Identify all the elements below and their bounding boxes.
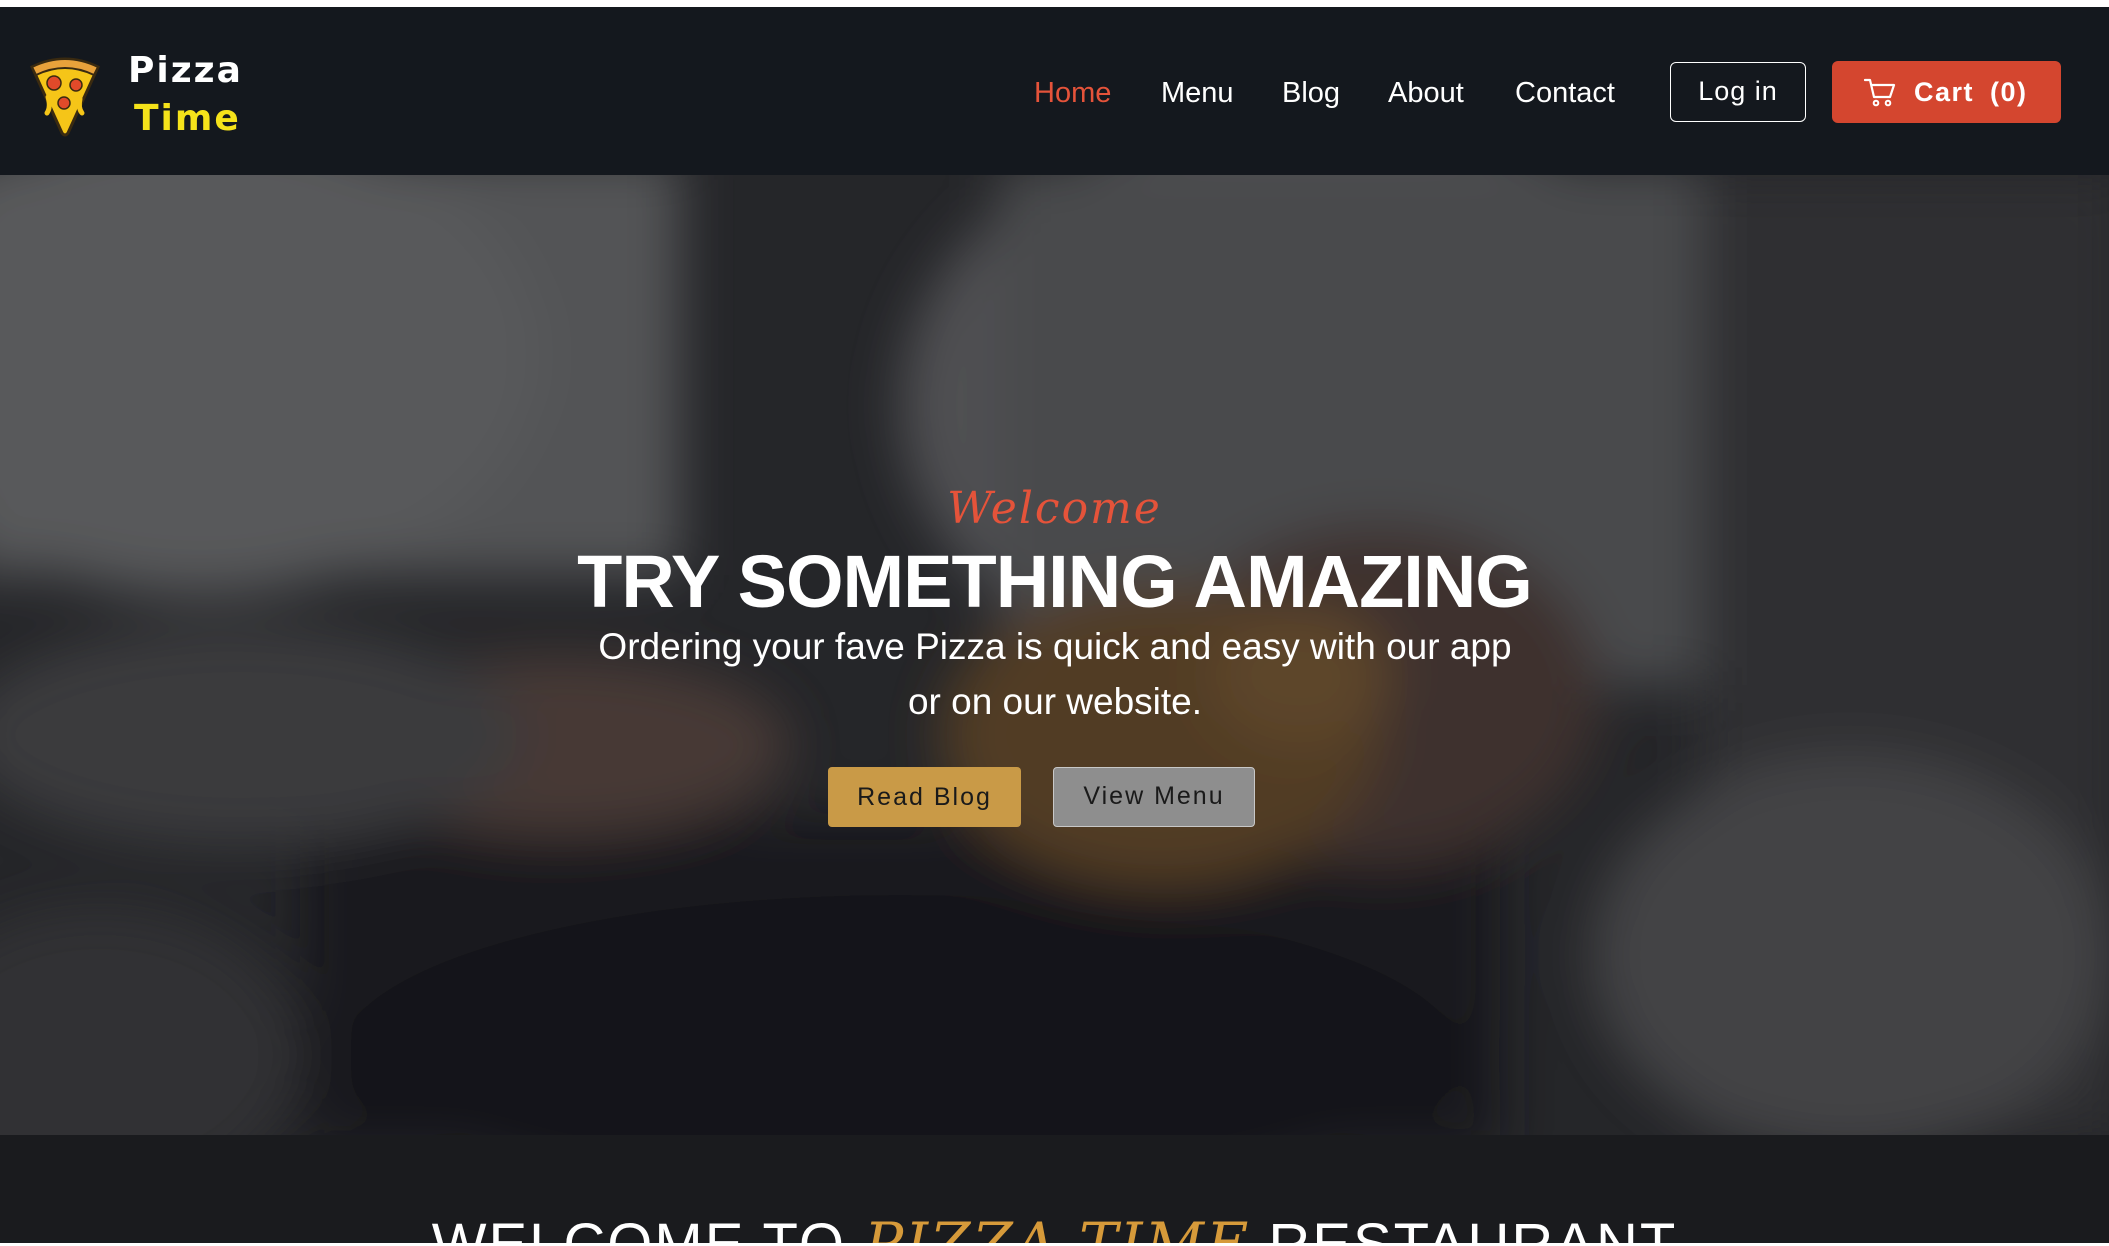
site-header: Pizza Time Home Menu Blog About Contact … xyxy=(0,7,2109,175)
page: Pizza Time Home Menu Blog About Contact … xyxy=(0,0,2109,1246)
nav-item-contact[interactable]: Contact xyxy=(1515,73,1615,113)
cart-icon xyxy=(1864,78,1896,107)
hero-section: Welcome TRY SOMETHING AMAZING Ordering y… xyxy=(0,175,2109,1135)
cart-label: Cart xyxy=(1914,77,1975,107)
view-menu-button[interactable]: View Menu xyxy=(1053,767,1255,827)
welcome-heading-accent: PIZZA TIME xyxy=(864,1210,1250,1243)
hero-subtitle: Ordering your fave Pizza is quick and ea… xyxy=(598,626,1512,722)
welcome-heading: WELCOME TO PIZZA TIME RESTAURANT xyxy=(0,1215,2109,1243)
hero-welcome: Welcome xyxy=(947,483,1162,534)
brand-name-line2: Time xyxy=(134,98,241,139)
read-blog-button[interactable]: Read Blog xyxy=(828,767,1021,827)
nav-item-about[interactable]: About xyxy=(1388,73,1464,113)
brand-name-line1: Pizza xyxy=(128,50,243,91)
welcome-heading-suffix: RESTAURANT xyxy=(1268,1212,1677,1244)
nav-item-menu[interactable]: Menu xyxy=(1161,73,1234,113)
browser-viewport: Pizza Time Home Menu Blog About Contact … xyxy=(0,7,2109,1243)
welcome-heading-prefix: WELCOME TO xyxy=(432,1212,846,1244)
welcome-section: WELCOME TO PIZZA TIME RESTAURANT xyxy=(0,1135,2109,1243)
nav-item-blog[interactable]: Blog xyxy=(1282,73,1340,113)
nav-item-home[interactable]: Home xyxy=(1034,73,1111,113)
pizza-slice-icon xyxy=(30,57,100,137)
cart-count: (0) xyxy=(1990,77,2028,107)
brand-logo-link[interactable]: Pizza Time xyxy=(28,49,258,139)
cart-button[interactable]: Cart (0) xyxy=(1832,61,2061,123)
hero-title: TRY SOMETHING AMAZING xyxy=(577,540,1533,623)
login-button[interactable]: Log in xyxy=(1670,62,1806,122)
